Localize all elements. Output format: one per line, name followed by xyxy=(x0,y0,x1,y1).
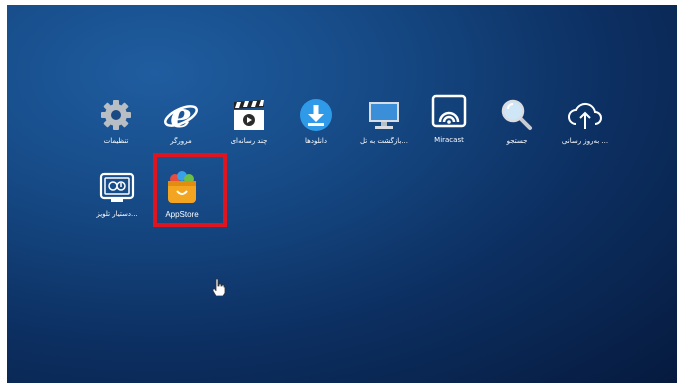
gear-icon xyxy=(96,95,136,135)
app-label: تنظیمات xyxy=(103,137,129,145)
cast-icon xyxy=(429,90,469,134)
app-downloads[interactable]: دانلودها xyxy=(284,95,348,146)
tv-assistant-icon xyxy=(97,168,137,208)
app-label: دستیار تلویز... xyxy=(96,210,138,218)
browser-icon: e xyxy=(161,95,201,135)
app-label: جستجو xyxy=(506,137,528,145)
app-tv-assistant[interactable]: دستیار تلویز... xyxy=(85,168,149,219)
app-label: مرورگر xyxy=(170,137,192,145)
tv-home-screen: تنظیمات e مرورگر xyxy=(7,5,677,383)
app-label: به‌روز رسانی ... xyxy=(561,137,609,145)
app-return-to-tv[interactable]: بازگشت به تل... xyxy=(352,95,416,146)
hand-cursor-icon xyxy=(212,278,226,300)
app-settings[interactable]: تنظیمات xyxy=(84,95,148,146)
search-icon xyxy=(497,95,537,135)
app-update[interactable]: به‌روز رسانی ... xyxy=(553,95,617,146)
selection-highlight xyxy=(153,153,227,227)
app-label: Miracast xyxy=(434,136,464,144)
cloud-upload-icon xyxy=(565,95,605,135)
app-label: بازگشت به تل... xyxy=(359,137,408,145)
app-browser[interactable]: e مرورگر xyxy=(149,95,213,146)
app-miracast[interactable]: Miracast xyxy=(417,90,481,145)
app-label: دانلودها xyxy=(305,137,327,145)
app-label: چند رسانه‌ای xyxy=(230,137,268,145)
app-search[interactable]: جستجو xyxy=(485,95,549,146)
monitor-icon xyxy=(364,95,404,135)
svg-text:e: e xyxy=(170,97,192,133)
download-icon xyxy=(296,95,336,135)
clapperboard-icon xyxy=(229,95,269,135)
app-multimedia[interactable]: چند رسانه‌ای xyxy=(217,95,281,146)
